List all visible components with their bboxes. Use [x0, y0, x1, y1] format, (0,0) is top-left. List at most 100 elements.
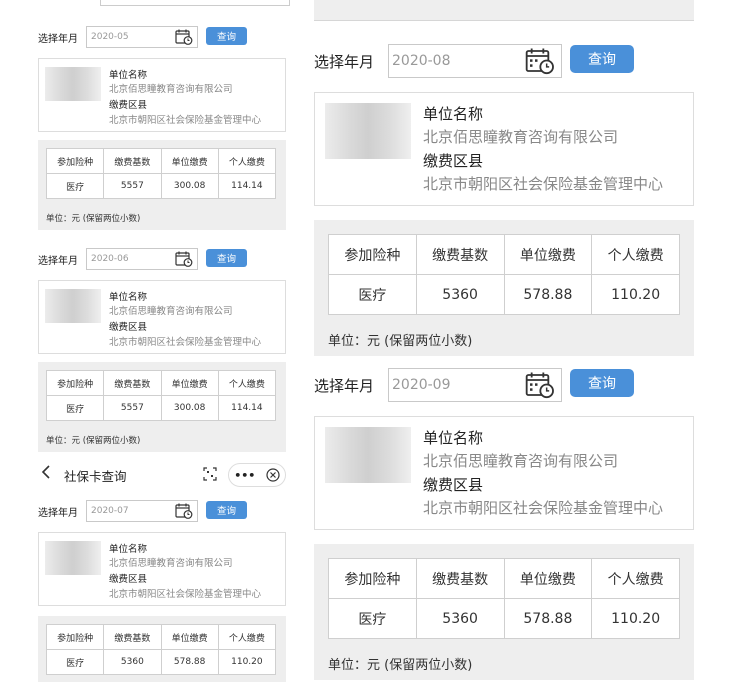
table-row: 医疗 5360 578.88 110.20 [328, 274, 680, 315]
unit-name-label: 单位名称 [109, 544, 148, 555]
district-label: 缴费区县 [109, 322, 148, 333]
header-base: 缴费基数 [415, 234, 505, 275]
cell-insurance-type: 医疗 [45, 173, 105, 199]
district-label: 缴费区县 [109, 100, 148, 111]
record-section-2020-07: 选择年月 2020-07 查询 单位名称 北京佰思瞳教育咨询有限公司 缴费区县 … [38, 500, 288, 682]
blurred-logo [325, 103, 411, 159]
header-personal-payment: 个人缴费 [591, 558, 680, 599]
calendar-icon[interactable] [175, 251, 193, 267]
unit-name-value: 北京佰思瞳教育咨询有限公司 [109, 306, 233, 317]
scan-icon[interactable] [203, 467, 217, 481]
unit-name-value: 北京佰思瞳教育咨询有限公司 [109, 558, 233, 569]
unit-note: 单位：元 (保留两位小数) [46, 214, 141, 224]
month-input-value: 2020-05 [91, 32, 129, 42]
unit-info-card: 单位名称 北京佰思瞳教育咨询有限公司 缴费区县 北京市朝阳区社会保险基金管理中心 [314, 92, 694, 206]
cell-base: 5557 [103, 395, 162, 421]
payment-panel: 参加险种 缴费基数 单位缴费 个人缴费 医疗 5557 300.08 114.1… [38, 362, 286, 452]
header-personal-payment: 个人缴费 [217, 624, 277, 650]
calendar-icon[interactable] [175, 503, 193, 519]
district-label: 缴费区县 [109, 574, 148, 585]
header-insurance-type: 参加险种 [328, 558, 417, 599]
more-icon[interactable]: ••• [234, 469, 255, 482]
mini-program-navbar: 社保卡查询 ••• [38, 462, 288, 488]
calendar-icon[interactable] [525, 371, 555, 399]
header-unit-payment: 单位缴费 [160, 370, 219, 396]
query-button[interactable]: 查询 [570, 369, 634, 397]
cell-personal-payment: 110.20 [217, 649, 277, 675]
header-insurance-type: 参加险种 [45, 370, 105, 396]
query-button[interactable]: 查询 [206, 27, 247, 45]
payment-table: 参加险种 缴费基数 单位缴费 个人缴费 医疗 5557 300.08 114.1… [45, 370, 277, 421]
select-month-label: 选择年月 [38, 508, 78, 519]
header-personal-payment: 个人缴费 [217, 370, 277, 396]
unit-name-label: 单位名称 [109, 70, 148, 81]
calendar-icon[interactable] [525, 47, 555, 75]
header-insurance-type: 参加险种 [45, 624, 105, 650]
right-column: 选择年月 2020-08 查询 单位名称 北京佰思瞳教育咨询有限公司 缴费区县 … [314, 0, 696, 682]
header-base: 缴费基数 [103, 624, 162, 650]
header-base: 缴费基数 [103, 148, 162, 174]
district-value: 北京市朝阳区社会保险基金管理中心 [109, 589, 262, 600]
table-header-row: 参加险种 缴费基数 单位缴费 个人缴费 [328, 558, 680, 599]
close-icon[interactable] [266, 468, 280, 482]
blurred-logo [45, 67, 101, 101]
month-input[interactable]: 2020-07 [86, 500, 198, 522]
select-month-label: 选择年月 [38, 34, 78, 45]
district-value: 北京市朝阳区社会保险基金管理中心 [109, 115, 262, 126]
unit-name-label: 单位名称 [423, 105, 484, 123]
header-base: 缴费基数 [103, 370, 162, 396]
payment-panel: 参加险种 缴费基数 单位缴费 个人缴费 医疗 5360 578.88 110.2… [314, 220, 694, 356]
payment-panel: 参加险种 缴费基数 单位缴费 个人缴费 医疗 5557 300.08 114.1… [38, 140, 286, 230]
select-month-label: 选择年月 [314, 53, 375, 71]
header-unit-payment: 单位缴费 [503, 558, 593, 599]
month-input-value: 2020-07 [91, 506, 129, 516]
select-month-label: 选择年月 [314, 377, 375, 395]
cell-base: 5360 [103, 649, 162, 675]
month-input-value: 2020-09 [392, 377, 451, 393]
cell-base: 5360 [415, 274, 505, 315]
record-section-2020-09: 选择年月 2020-09 查询 单位名称 北京佰思瞳教育咨询有限公司 缴费区县 … [314, 368, 696, 682]
unit-info-card: 单位名称 北京佰思瞳教育咨询有限公司 缴费区县 北京市朝阳区社会保险基金管理中心 [314, 416, 694, 530]
mini-program-capsule: ••• [228, 463, 286, 487]
district-label: 缴费区县 [423, 476, 484, 494]
query-row: 选择年月 2020-05 查询 [38, 26, 288, 48]
header-base: 缴费基数 [415, 558, 505, 599]
month-input[interactable]: 2020-06 [86, 248, 198, 270]
unit-note: 单位：元 (保留两位小数) [46, 436, 141, 446]
cell-unit-payment: 578.88 [503, 274, 593, 315]
month-input[interactable]: 2020-09 [388, 368, 562, 402]
select-month-label: 选择年月 [38, 256, 78, 267]
header-unit-payment: 单位缴费 [160, 624, 219, 650]
top-cutoff-panel [314, 0, 694, 21]
calendar-icon[interactable] [175, 29, 193, 45]
query-button[interactable]: 查询 [570, 45, 634, 73]
unit-info-card: 单位名称 北京佰思瞳教育咨询有限公司 缴费区县 北京市朝阳区社会保险基金管理中心 [38, 532, 286, 606]
unit-info-card: 单位名称 北京佰思瞳教育咨询有限公司 缴费区县 北京市朝阳区社会保险基金管理中心 [38, 280, 286, 354]
header-personal-payment: 个人缴费 [591, 234, 680, 275]
cell-insurance-type: 医疗 [328, 274, 417, 315]
cell-personal-payment: 114.14 [217, 395, 277, 421]
record-section-2020-06: 选择年月 2020-06 查询 单位名称 北京佰思瞳教育咨询有限公司 缴费区县 … [38, 248, 288, 458]
header-unit-payment: 单位缴费 [503, 234, 593, 275]
header-personal-payment: 个人缴费 [217, 148, 277, 174]
blurred-logo [45, 541, 101, 575]
query-button[interactable]: 查询 [206, 501, 247, 519]
month-input-value: 2020-08 [392, 53, 451, 69]
unit-name-label: 单位名称 [423, 429, 484, 447]
header-insurance-type: 参加险种 [45, 148, 105, 174]
left-column: 选择年月 2020-05 查询 单位名称 北京佰思瞳教育咨询有限公司 缴费区县 … [38, 0, 290, 682]
district-value: 北京市朝阳区社会保险基金管理中心 [109, 337, 262, 348]
header-unit-payment: 单位缴费 [160, 148, 219, 174]
table-row: 医疗 5557 300.08 114.14 [45, 173, 277, 199]
page-title: 社保卡查询 [64, 469, 127, 484]
unit-note: 单位：元 (保留两位小数) [328, 334, 473, 349]
month-input[interactable]: 2020-08 [388, 44, 562, 78]
month-input[interactable]: 2020-05 [86, 26, 198, 48]
query-button[interactable]: 查询 [206, 249, 247, 267]
table-row: 医疗 5360 578.88 110.20 [328, 598, 680, 639]
cell-unit-payment: 578.88 [160, 649, 219, 675]
cell-unit-payment: 578.88 [503, 598, 593, 639]
unit-name-label: 单位名称 [109, 292, 148, 303]
chevron-left-icon[interactable] [40, 464, 52, 480]
blurred-logo [45, 289, 101, 323]
